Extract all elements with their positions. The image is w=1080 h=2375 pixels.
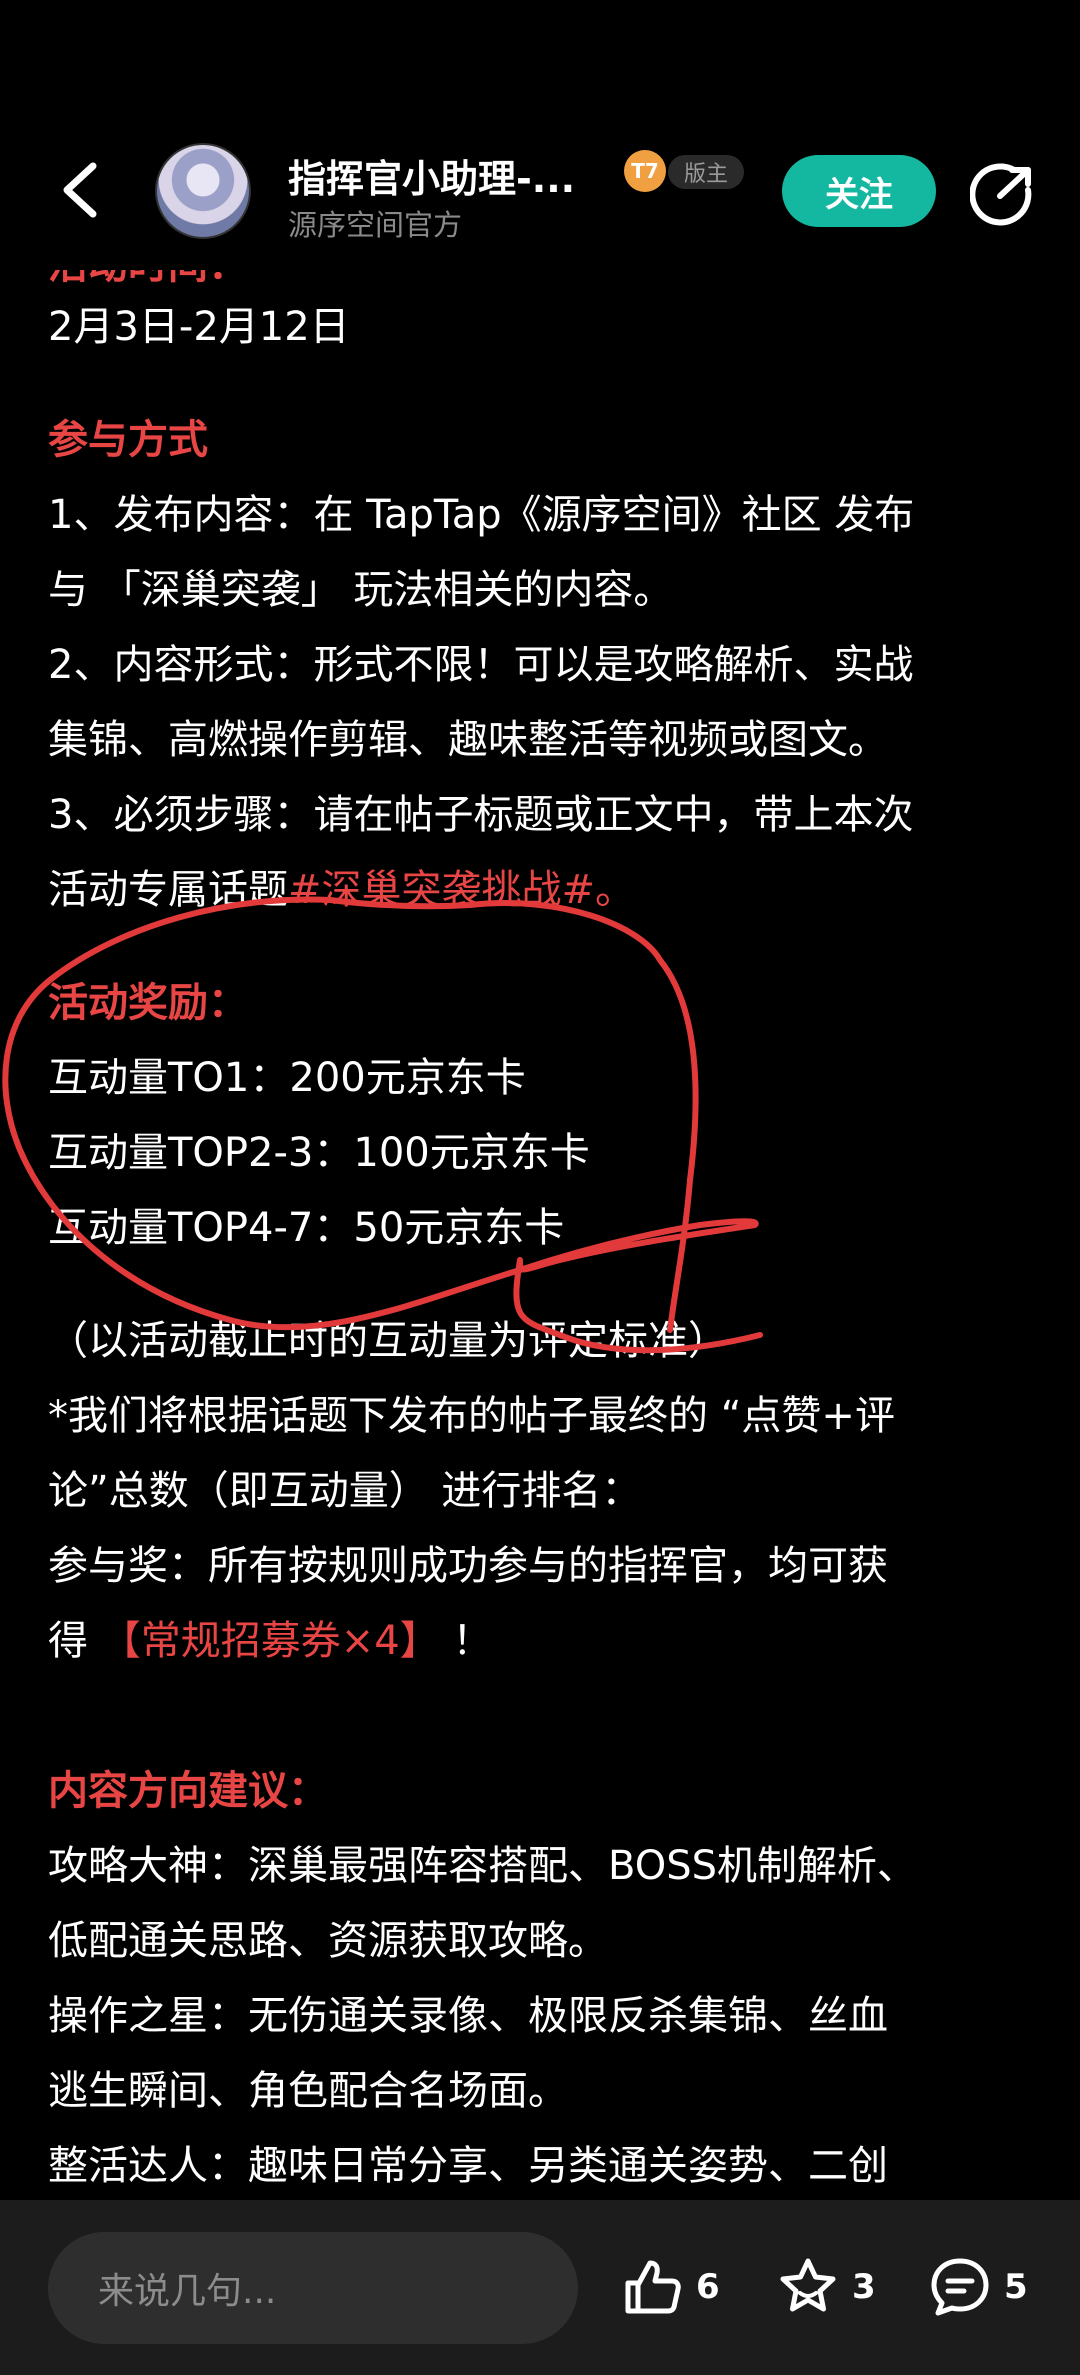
suggestion-line: 整活达人：趣味日常分享、另类通关姿势、二创 [48,2143,888,2189]
note-line: （以活动截止时的互动量为评定标准） [48,1318,728,1364]
reward-line: 互动量TOP4-7：50元京东卡 [48,1205,565,1251]
author-name[interactable]: 指挥官小助理-... [288,148,575,203]
note-line: 参与奖：所有按规则成功参与的指挥官，均可获 [48,1543,888,1589]
favorite-button[interactable]: 3 [776,2252,876,2322]
thumbs-up-icon [625,2260,681,2314]
suggestion-line: 逃生瞬间、角色配合名场面。 [48,2068,568,2114]
reward-highlight: 【常规招募券×4】 [100,1618,440,1664]
post-body: 2月3日-2月12日 参与方式 1、发布内容：在 TapTap《源序空间》社区 … [48,250,1038,2204]
moderator-badge: 版主 [668,155,745,189]
note-text: 得 [48,1618,101,1664]
level-badge: T7 [624,150,666,192]
how-line: 与 「深巢突袭」 玩法相关的内容。 [48,567,674,613]
reward-line: 互动量TO1：200元京东卡 [48,1055,526,1101]
how-line: 3、必须步骤：请在帖子标题或正文中，带上本次 [48,792,914,838]
suggestion-line: 攻略大神：深巢最强阵容搭配、BOSS机制解析、 [48,1843,918,1889]
star-icon [780,2258,836,2312]
reward-line: 互动量TOP2-3：100元京东卡 [48,1130,590,1176]
author-avatar[interactable] [155,143,251,239]
author-subtitle: 源序空间官方 [288,208,463,242]
note-line: 论”总数（即互动量） 进行排名： [48,1468,642,1514]
how-line: 活动专属话题#深巢突袭挑战#。 [48,853,1038,928]
suggestion-line: 操作之星：无伤通关录像、极限反杀集锦、丝血 [48,1993,888,2039]
comment-button[interactable]: 5 [928,2252,1028,2322]
reward-heading: 活动奖励： [48,980,248,1026]
post-header: 指挥官小助理-... 源序空间官方 T7 版主 关注 [0,0,1080,270]
note-line: *我们将根据话题下发布的帖子最终的 “点赞+评 [48,1393,895,1439]
date-range: 2月3日-2月12日 [48,304,350,350]
comment-input[interactable]: 来说几句... [48,2232,578,2344]
share-icon[interactable] [970,162,1034,226]
suggestion-line: 低配通关思路、资源获取攻略。 [48,1918,608,1964]
how-line: 集锦、高燃操作剪辑、趣味整活等视频或图文。 [48,717,888,763]
bottom-action-bar: 来说几句... 6 3 5 [0,2200,1080,2375]
topic-hashtag-link[interactable]: #深巢突袭挑战#。 [288,867,635,913]
back-arrow-icon[interactable] [55,160,105,220]
suggestion-heading: 内容方向建议： [48,1768,328,1814]
like-count: 6 [696,2267,720,2307]
follow-button[interactable]: 关注 [782,155,936,227]
how-line: 1、发布内容：在 TapTap《源序空间》社区 发布 [48,492,915,538]
note-line: 得 【常规招募券×4】 ！ [48,1604,1038,1679]
note-text: ！ [439,1618,493,1664]
favorite-count: 3 [852,2267,876,2307]
comment-bubble-icon [931,2258,989,2316]
how-to-join-heading: 参与方式 [48,417,208,463]
how-line: 2、内容形式：形式不限！可以是攻略解析、实战 [48,642,914,688]
comment-count: 5 [1004,2267,1028,2307]
how-line-text: 活动专属话题 [48,867,288,913]
like-button[interactable]: 6 [620,2252,720,2322]
